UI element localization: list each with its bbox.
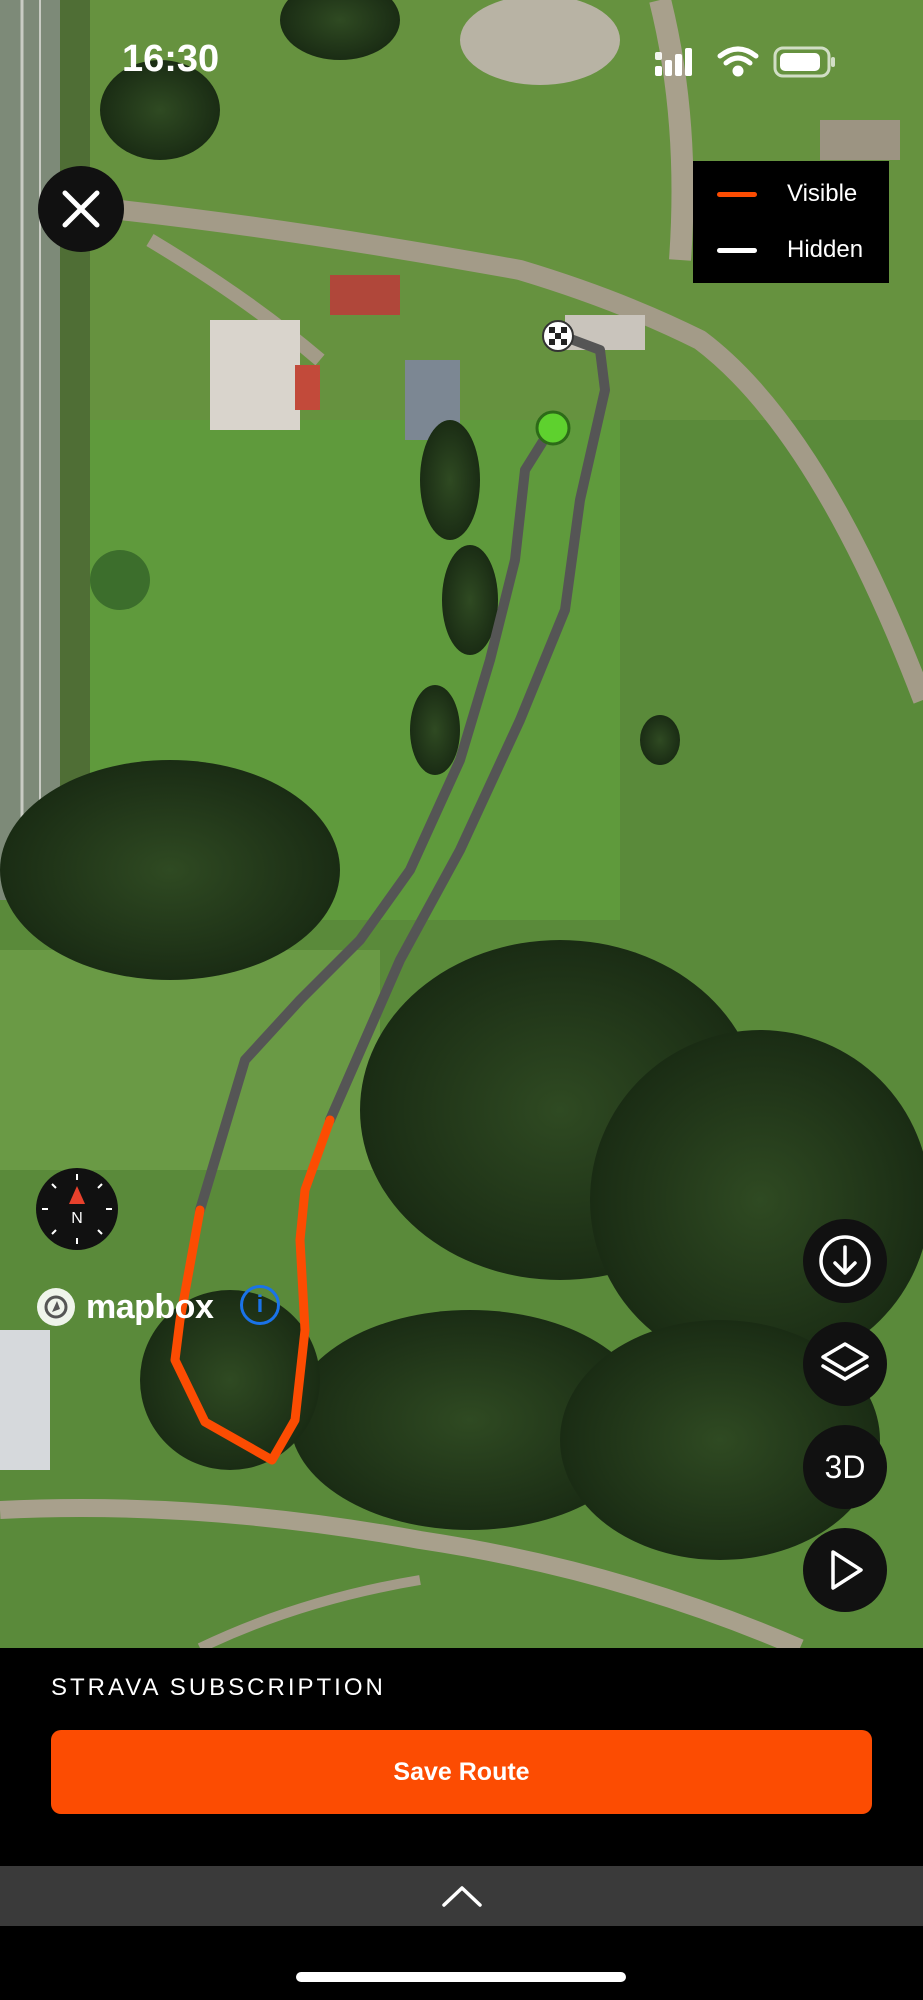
download-button[interactable] (803, 1219, 887, 1303)
wifi-icon (717, 46, 759, 77)
compass-icon: N (42, 1174, 112, 1244)
mapbox-wordmark: mapbox (86, 1287, 214, 1326)
panel-title: STRAVA SUBSCRIPTION (51, 1674, 386, 1701)
legend-label: Hidden (787, 236, 864, 263)
layers-icon (821, 1342, 869, 1381)
legend-swatch-visible (717, 191, 757, 197)
home-indicator[interactable] (296, 1972, 626, 1982)
mapbox-attribution[interactable]: mapbox (34, 1285, 214, 1329)
cellular-signal-icon (655, 48, 692, 76)
compass-button[interactable]: N (36, 1168, 118, 1250)
3d-view-button[interactable]: 3D (803, 1425, 887, 1509)
info-button[interactable]: i (240, 1285, 280, 1325)
close-button[interactable] (38, 166, 124, 252)
mapbox-logo-icon (37, 1288, 75, 1326)
save-route-button[interactable]: Save Route (51, 1730, 872, 1814)
status-time: 16:30 (122, 38, 220, 80)
battery-icon (773, 46, 835, 78)
3d-label: 3D (824, 1448, 866, 1485)
map-layers-button[interactable] (803, 1322, 887, 1406)
legend-item-hidden: Hidden (717, 235, 863, 265)
legend-swatch-hidden (717, 247, 757, 253)
close-icon (62, 190, 100, 228)
legend-label: Visible (787, 180, 858, 207)
compass-label: N (71, 1210, 83, 1227)
play-flyover-button[interactable] (803, 1528, 887, 1612)
map-view[interactable]: 16:30 Visible Hidden N mapbox i 3D (0, 0, 923, 1648)
download-icon (819, 1235, 871, 1287)
status-bar: 16:30 (0, 0, 923, 120)
expand-drawer-button[interactable] (0, 1866, 923, 1926)
legend-item-visible: Visible (717, 179, 857, 209)
route-legend: Visible Hidden (693, 161, 889, 283)
play-icon (831, 1550, 863, 1590)
chevron-up-icon (441, 1886, 482, 1907)
status-icons (650, 42, 840, 91)
info-icon: i (256, 1291, 264, 1318)
